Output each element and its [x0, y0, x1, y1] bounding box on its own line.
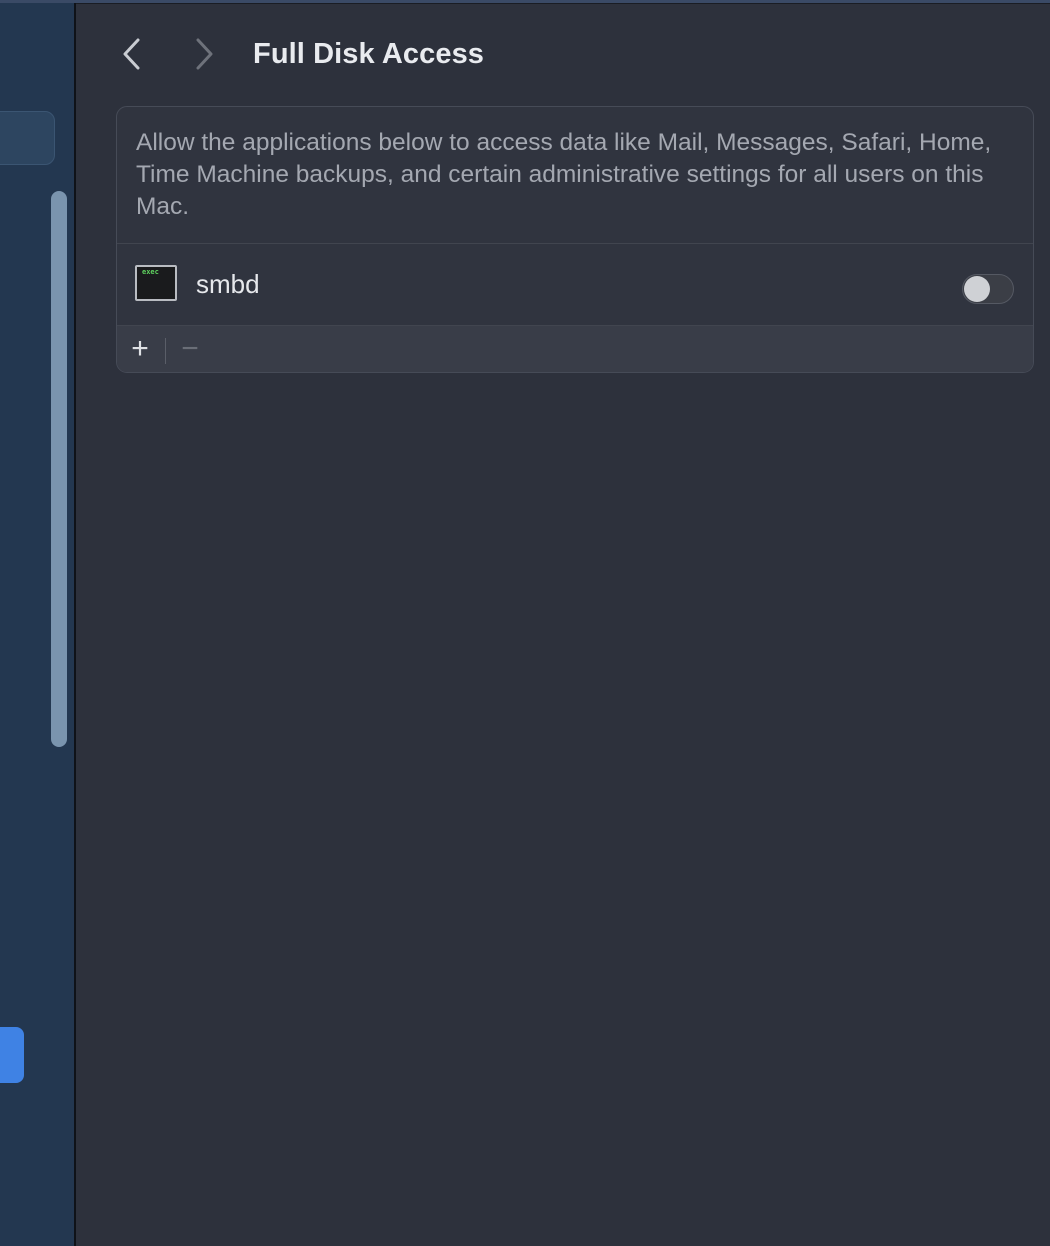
- back-button[interactable]: [112, 34, 152, 74]
- chevron-left-icon: [123, 38, 140, 70]
- page-title: Full Disk Access: [253, 38, 485, 70]
- list-item[interactable]: exec smbd: [117, 244, 1033, 325]
- remove-app-button[interactable]: −: [175, 332, 205, 366]
- footer-divider: [165, 338, 166, 364]
- forward-button[interactable]: [184, 34, 224, 74]
- panel-description: Allow the applications below to access d…: [136, 129, 992, 220]
- sidebar-search-field[interactable]: [0, 111, 55, 165]
- sidebar: [0, 3, 74, 1246]
- panel-footer: + −: [117, 326, 1033, 372]
- app-icon-label: exec: [142, 268, 159, 276]
- full-disk-access-panel: Allow the applications below to access d…: [116, 106, 1034, 373]
- sidebar-divider: [74, 3, 76, 1246]
- smbd-access-toggle[interactable]: [962, 274, 1014, 304]
- chevron-right-icon: [196, 38, 213, 70]
- terminal-exec-icon: exec: [135, 265, 177, 301]
- window-top-edge: [0, 0, 1050, 4]
- sidebar-scrollbar[interactable]: [51, 191, 67, 747]
- app-name: smbd: [196, 269, 260, 299]
- toggle-knob: [964, 276, 990, 302]
- sidebar-selected-item[interactable]: [0, 1027, 24, 1083]
- settings-window: Full Disk Access Allow the applications …: [0, 0, 1050, 1246]
- add-app-button[interactable]: +: [125, 332, 155, 366]
